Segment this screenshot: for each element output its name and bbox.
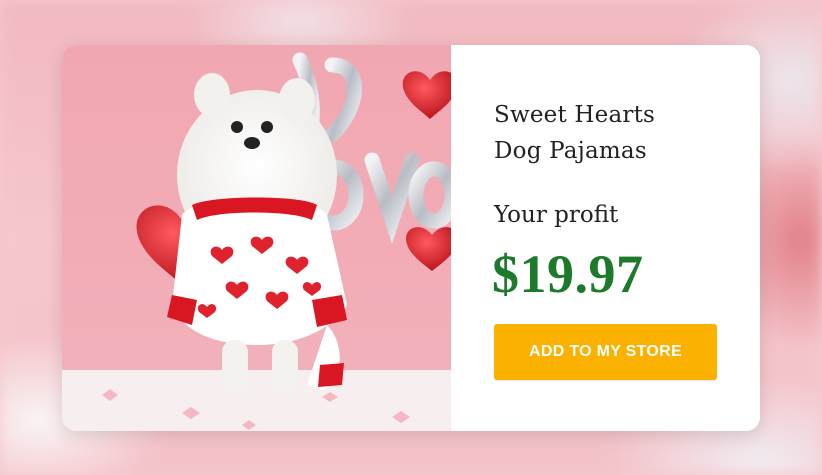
product-title-line1: Sweet Hearts bbox=[494, 102, 656, 128]
profit-amount: $19.97 bbox=[492, 244, 644, 304]
product-info-panel: Sweet Hearts Dog Pajamas Your profit $19… bbox=[451, 45, 760, 431]
product-title-line2: Dog Pajamas bbox=[494, 138, 647, 164]
product-image bbox=[62, 45, 451, 431]
add-to-store-button[interactable]: ADD TO MY STORE bbox=[494, 324, 717, 380]
profit-label: Your profit bbox=[494, 202, 619, 228]
dog-illustration bbox=[62, 52, 451, 431]
product-card: Sweet Hearts Dog Pajamas Your profit $19… bbox=[62, 45, 760, 431]
product-title: Sweet Hearts Dog Pajamas bbox=[494, 97, 734, 169]
